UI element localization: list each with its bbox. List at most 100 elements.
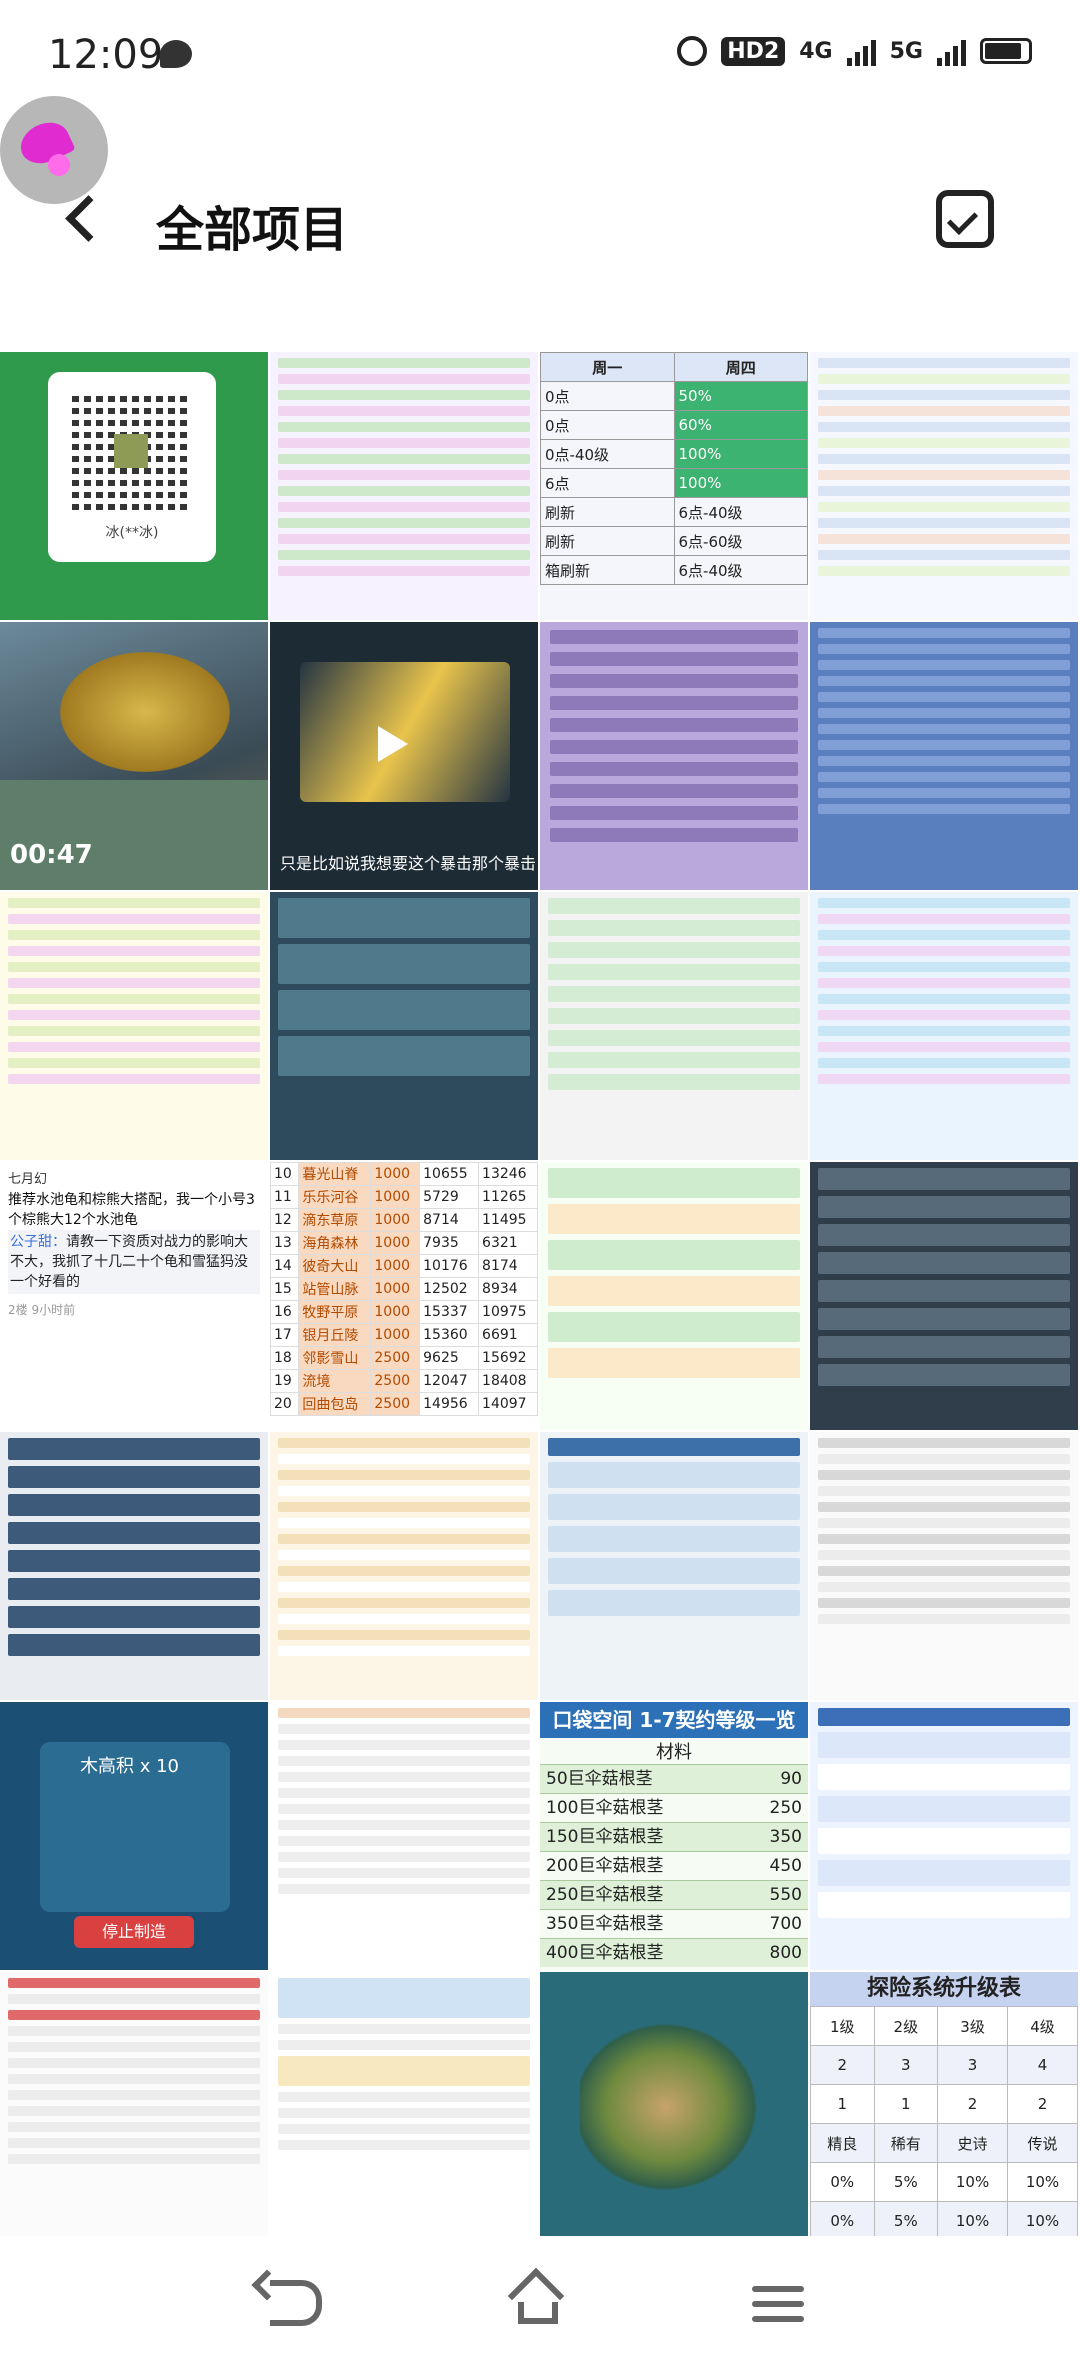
list-lines <box>540 892 808 1160</box>
table-cell: 1000 <box>370 1254 421 1278</box>
grid-item-text-list[interactable] <box>810 352 1078 620</box>
table-cell: 10655 <box>419 1162 480 1186</box>
table-cell: 4 <box>1007 2045 1078 2085</box>
table-row: 250巨伞菇根茎 550 <box>540 1880 808 1909</box>
table-cell: 史诗 <box>937 2123 1009 2163</box>
table-cell: 14956 <box>419 1392 480 1416</box>
table-cell: 流境 <box>298 1369 372 1393</box>
table-cell: 20 <box>270 1392 300 1416</box>
table-cell: 3级 <box>937 2006 1009 2046</box>
table-cell: 350巨伞菇根茎 <box>546 1914 664 1934</box>
table-cell: 乐乐河谷 <box>298 1185 372 1209</box>
grid-item-skill-table[interactable] <box>540 622 808 890</box>
table-cell: 0% <box>810 2201 875 2240</box>
grid-item-blue-table[interactable] <box>810 622 1078 890</box>
back-button[interactable] <box>62 195 112 244</box>
table-row: 14 彼奇大山 1000 10176 8174 <box>270 1254 538 1278</box>
table-cell: 18408 <box>478 1369 538 1393</box>
grid-item-inventory[interactable] <box>270 892 538 1160</box>
list-lines <box>540 1162 808 1430</box>
grid-item-material-table[interactable] <box>810 1432 1078 1700</box>
grid-item-guide-table[interactable] <box>540 1432 808 1700</box>
table-cell: 8714 <box>419 1208 480 1232</box>
grid-item-icon-table[interactable] <box>540 892 808 1160</box>
grid-item-level-table[interactable] <box>540 1162 808 1430</box>
grid-item-pocket-table[interactable]: 口袋空间 1-7契约等级一览 材料 50巨伞菇根茎 90 100巨伞菇根茎 250 … <box>540 1702 808 1970</box>
table-cell: 15360 <box>419 1323 480 1347</box>
grid-item-skill-icons[interactable] <box>810 1162 1078 1430</box>
grid-item-plant-table[interactable] <box>810 892 1078 1160</box>
status-bar: 12:09 HD2 4G 5G <box>0 0 1080 110</box>
grid-item-contract-table[interactable] <box>810 1702 1078 1970</box>
table-cell: 1000 <box>370 1185 421 1209</box>
grid-item-qr[interactable]: 冰(**冰) <box>0 352 268 620</box>
grid-item-pet-compare[interactable] <box>270 1972 538 2240</box>
table-cell: 滴东草原 <box>298 1208 372 1232</box>
message-icon <box>160 40 192 68</box>
table-cell: 0点-40级 <box>540 439 675 469</box>
hd-icon: HD2 <box>721 36 786 66</box>
table-cell: 6点 <box>540 468 675 498</box>
list-lines <box>0 1972 268 2240</box>
grid-item-week-table[interactable]: 周一 周四 0点 50% 0点 60% 0点-40级 100% 6点 100% 刷新 6点-… <box>540 352 808 620</box>
table-cell: 2500 <box>370 1369 421 1393</box>
table-cell: 19 <box>270 1369 300 1393</box>
grid-item-chat[interactable]: 七月幻 推荐水池龟和棕熊大搭配，我一个小号3个棕熊大12个水池龟 公子甜：请教一… <box>0 1162 268 1430</box>
icon-rows <box>810 1162 1078 1430</box>
nav-back-icon[interactable] <box>270 2280 322 2326</box>
table-cell: 5729 <box>419 1185 480 1209</box>
table-cell: 6点-40级 <box>673 555 808 585</box>
grid-item-pet-table[interactable] <box>0 1432 268 1700</box>
list-lines <box>810 892 1078 1160</box>
grid-item-red-table[interactable] <box>0 1972 268 2240</box>
grid-item-map-table[interactable] <box>270 1432 538 1700</box>
grid-item-explore-table[interactable]: 探险系统升级表 1级 2级 3级 4级 2334 1122 精良 稀有 史诗 传说 0% 5%… <box>810 1972 1078 2240</box>
grid-item-num-table[interactable]: 10 暮光山脊 1000 10655 13246 11 乐乐河谷 1000 5729 11265… <box>270 1162 538 1430</box>
table-cell: 350 <box>769 1827 802 1847</box>
table-cell: 12502 <box>419 1277 480 1301</box>
table-cell: 250巨伞菇根茎 <box>546 1885 664 1905</box>
grid-item-recipe-list[interactable] <box>270 352 538 620</box>
list-lines <box>540 1432 808 1700</box>
table-row: 1级 2级 3级 4级 <box>810 2006 1078 2046</box>
table-cell: 5% <box>873 2201 939 2240</box>
grid-item-crafting[interactable]: 木高积 x 10 停止制造 <box>0 1702 268 1970</box>
table-cell: 18 <box>270 1346 300 1370</box>
grid-item-world-map[interactable] <box>540 1972 808 2240</box>
grid-item-yellow-list[interactable] <box>0 892 268 1160</box>
grid-item-video[interactable]: 只是比如说我想要这个暴击那个暴击 <box>270 622 538 890</box>
alarm-icon <box>677 36 708 66</box>
grid-item-list-table[interactable] <box>270 1702 538 1970</box>
select-checkbox-button[interactable] <box>936 190 994 248</box>
table-cell: 2 <box>937 2084 1009 2124</box>
nav-menu-icon[interactable] <box>752 2286 804 2322</box>
floating-avatar[interactable] <box>0 96 108 204</box>
table-cell: 回曲包岛 <box>298 1392 372 1416</box>
table-cell: 8934 <box>478 1277 538 1301</box>
list-lines <box>270 1972 538 2240</box>
grid-item-game-video[interactable]: 00:47 <box>0 622 268 890</box>
table-row: 150巨伞菇根茎 350 <box>540 1822 808 1851</box>
table-row: 10 暮光山脊 1000 10655 13246 <box>270 1162 538 1186</box>
table-cell: 100% <box>673 439 808 469</box>
col-thu: 周四 <box>673 352 808 382</box>
table-row: 400巨伞菇根茎 800 <box>540 1938 808 1967</box>
nav-home-icon[interactable] <box>508 2276 568 2328</box>
explore-table: 1级 2级 3级 4级 2334 1122 精良 稀有 史诗 传说 0% 5% 10% 10% 0… <box>810 2006 1078 2240</box>
table-row: 2334 <box>810 2045 1078 2085</box>
table-row: 350巨伞菇根茎 700 <box>540 1909 808 1938</box>
table-cell: 13246 <box>478 1162 538 1186</box>
table-cell: 1000 <box>370 1300 421 1324</box>
table-cell: 1000 <box>370 1231 421 1255</box>
table-row: 20 回曲包岛 2500 14956 14097 <box>270 1392 538 1416</box>
table-cell: 11495 <box>478 1208 538 1232</box>
table-row: 13 海角森林 1000 7935 6321 <box>270 1231 538 1255</box>
table-cell: 8174 <box>478 1254 538 1278</box>
table-cell: 15692 <box>478 1346 538 1370</box>
table-cell: 9625 <box>419 1346 480 1370</box>
table-cell: 800 <box>769 1943 802 1963</box>
inventory-slots <box>270 892 538 1160</box>
table-cell: 11265 <box>478 1185 538 1209</box>
table-cell: 6点-40级 <box>673 497 808 527</box>
chevron-left-icon <box>65 195 112 242</box>
